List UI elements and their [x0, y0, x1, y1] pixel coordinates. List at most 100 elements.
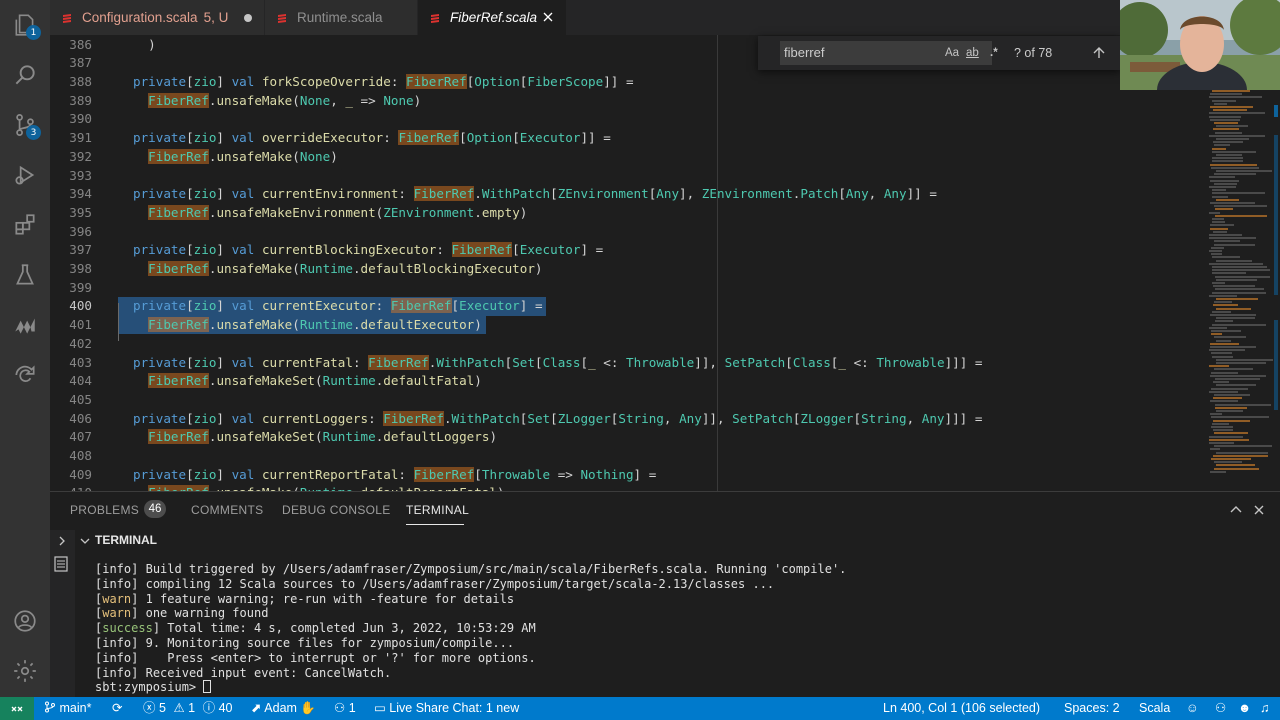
problems-status[interactable]: ⓧ 5 ⚠ 1 ⓘ 40: [143, 697, 232, 720]
minimap-line: [1210, 470, 1226, 473]
minimap[interactable]: [1205, 90, 1273, 490]
code-line[interactable]: 389 FiberRef.unsafeMake(None, _ => None): [50, 92, 1200, 111]
code-text: FiberRef.unsafeMake(Runtime.defaultRepor…: [133, 484, 505, 491]
cursor-position[interactable]: Ln 400, Col 1 (106 selected): [883, 697, 1040, 720]
match-word-toggle[interactable]: ab: [966, 41, 979, 65]
code-line[interactable]: 390: [50, 110, 1200, 129]
info-count: 40: [218, 701, 233, 715]
code-line[interactable]: 399: [50, 279, 1200, 298]
code-line[interactable]: 407 FiberRef.unsafeMakeSet(Runtime.defau…: [50, 428, 1200, 447]
terminal-title: TERMINAL: [95, 533, 157, 547]
scrollbar-marker: [1274, 105, 1278, 117]
source-control-icon[interactable]: 3: [0, 100, 50, 150]
code-text: FiberRef.unsafeMake(None, _ => None): [148, 92, 422, 108]
tab-fiberref-scala[interactable]: FiberRef.scala: [418, 0, 566, 35]
code-line[interactable]: 397 private[zio] val currentBlockingExecu…: [50, 241, 1200, 260]
minimap-line: [1213, 454, 1268, 457]
metals-icon[interactable]: [0, 300, 50, 350]
minimap-line: [1209, 294, 1237, 297]
language-mode[interactable]: Scala: [1139, 697, 1170, 720]
terminal-list-icon[interactable]: [54, 556, 68, 572]
copilot-icon[interactable]: ☺: [1186, 697, 1199, 720]
code-line[interactable]: 401 FiberRef.unsafeMake(Runtime.defaultE…: [50, 316, 1200, 335]
run-debug-icon[interactable]: [0, 150, 50, 200]
tab-runtime-scala[interactable]: Runtime.scala: [265, 0, 417, 35]
code-line[interactable]: 394 private[zio] val currentEnvironment: …: [50, 185, 1200, 204]
find-input[interactable]: fiberref: [780, 41, 992, 65]
arrow-up-icon[interactable]: [1091, 45, 1107, 61]
code-line[interactable]: 402: [50, 335, 1200, 354]
info-icon: ⓘ: [202, 701, 216, 715]
account-icon[interactable]: [0, 596, 50, 646]
code-line[interactable]: 406 private[zio] val currentLoggers: Fibe…: [50, 410, 1200, 429]
sync-icon[interactable]: ⟳: [112, 697, 122, 720]
unsaved-dot-icon[interactable]: [244, 14, 252, 22]
branch-status[interactable]: main*: [44, 697, 91, 720]
minimap-line: [1213, 429, 1233, 432]
code-line[interactable]: 404 FiberRef.unsafeMakeSet(Runtime.defau…: [50, 372, 1200, 391]
live-share-chat[interactable]: ▭ Live Share Chat: 1 new: [374, 697, 519, 720]
code-line[interactable]: 393: [50, 167, 1200, 186]
close-panel-icon[interactable]: [1252, 503, 1266, 517]
code-line[interactable]: 410 FiberRef.unsafeMake(Runtime.defaultR…: [50, 484, 1200, 491]
search-icon[interactable]: [0, 50, 50, 100]
tab-terminal[interactable]: TERMINAL: [406, 503, 469, 517]
extensions-icon[interactable]: [0, 200, 50, 250]
terminal-line: [success] Total time: 4 s, completed Jun…: [95, 621, 536, 636]
minimap-line: [1214, 243, 1255, 246]
line-number: 404: [69, 373, 92, 389]
minimap-line: [1214, 461, 1242, 464]
line-number: 388: [69, 74, 92, 89]
log-level: [info]: [95, 562, 139, 576]
code-line[interactable]: 408: [50, 447, 1200, 466]
chevron-down-icon[interactable]: [79, 535, 91, 547]
code-line[interactable]: 391 private[zio] val overrideExecutor: Fi…: [50, 129, 1200, 148]
ports-count: 1: [348, 701, 356, 715]
find-widget: fiberref Aa ab .* ? of 78: [758, 36, 1120, 70]
tab-configuration-scala[interactable]: Configuration.scala 5, U: [50, 0, 264, 35]
explorer-icon[interactable]: 1: [0, 0, 50, 50]
live-share-icon[interactable]: [0, 350, 50, 400]
chevron-right-icon[interactable]: [56, 535, 68, 547]
settings-gear-icon[interactable]: [0, 646, 50, 696]
code-line[interactable]: 405: [50, 391, 1200, 410]
activity-bar: 1 3: [0, 0, 50, 697]
notifications-bell-icon[interactable]: ♫: [1260, 697, 1269, 720]
tab-debug-console[interactable]: DEBUG CONSOLE: [282, 503, 391, 517]
close-icon[interactable]: [540, 9, 556, 25]
remote-indicator[interactable]: [0, 697, 34, 720]
code-line[interactable]: 398 FiberRef.unsafeMake(Runtime.defaultB…: [50, 260, 1200, 279]
code-line[interactable]: 409 private[zio] val currentReportFatal: …: [50, 466, 1200, 485]
chevron-up-icon[interactable]: [1229, 503, 1243, 517]
active-tab-indicator: [406, 524, 464, 525]
feedback-icon[interactable]: ☻: [1238, 697, 1251, 720]
minimap-line: [1216, 410, 1243, 412]
minimap-line: [1210, 179, 1239, 182]
terminal-prompt[interactable]: sbt:zymposium>: [95, 680, 212, 695]
minimap-line: [1210, 400, 1238, 403]
live-share-user[interactable]: ⬈ Adam ✋: [251, 697, 316, 720]
testing-icon[interactable]: [0, 250, 50, 300]
minimap-line: [1209, 435, 1243, 438]
code-line[interactable]: 395 FiberRef.unsafeMakeEnvironment(ZEnvi…: [50, 204, 1200, 223]
code-line[interactable]: 403 private[zio] val currentFatal: FiberR…: [50, 354, 1200, 373]
terminal-header[interactable]: TERMINAL: [75, 530, 1280, 552]
line-number: 400: [69, 298, 92, 314]
code-editor[interactable]: 386 ) 387 388 private[zio] val forkScopeOve…: [50, 35, 1280, 491]
minimap-line: [1214, 144, 1230, 147]
regex-toggle[interactable]: .*: [990, 41, 998, 65]
code-line[interactable]: 392 FiberRef.unsafeMake(None): [50, 148, 1200, 167]
live-share-username: Adam: [264, 701, 297, 715]
tab-problems[interactable]: PROBLEMS: [70, 503, 139, 517]
line-number: 398: [69, 261, 92, 276]
prompt-text: sbt:zymposium>: [95, 680, 204, 695]
minimap-line: [1216, 358, 1273, 361]
tab-comments[interactable]: COMMENTS: [191, 503, 263, 517]
code-line[interactable]: 400 private[zio] val currentExecutor: Fib…: [50, 297, 1200, 316]
indentation-status[interactable]: Spaces: 2: [1064, 697, 1120, 720]
ports-status[interactable]: ⚇ 1: [334, 697, 356, 720]
accounts-icon[interactable]: ⚇: [1215, 697, 1226, 720]
code-line[interactable]: 396: [50, 223, 1200, 242]
code-line[interactable]: 388 private[zio] val forkScopeOverride: F…: [50, 73, 1200, 92]
match-case-toggle[interactable]: Aa: [945, 41, 959, 65]
